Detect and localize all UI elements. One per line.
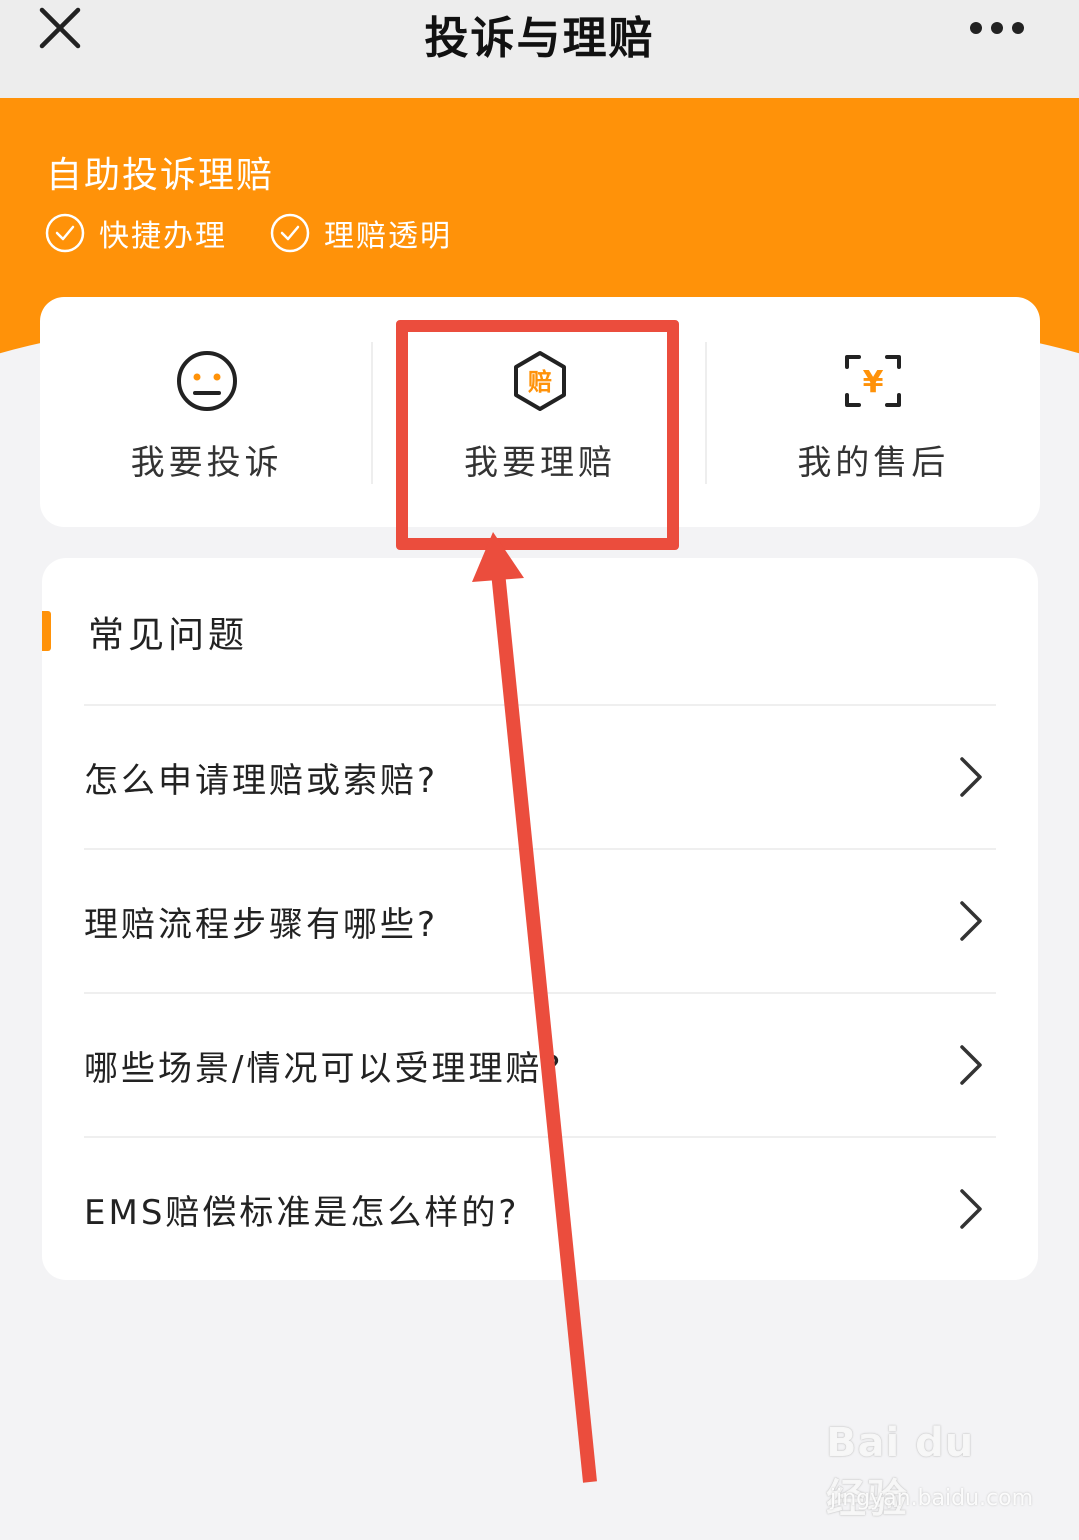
watermark-url: jingyan.baidu.com [830, 1486, 1034, 1511]
nav-bar: 投诉与理赔 [0, 0, 1079, 98]
more-dots-icon[interactable] [969, 18, 1025, 38]
icon-text: ¥ [863, 365, 884, 400]
action-label: 我的售后 [797, 443, 950, 483]
page-title: 投诉与理赔 [424, 13, 655, 64]
chevron-right-icon [960, 757, 982, 797]
chevron-right-icon [960, 1045, 982, 1085]
hero-feature-label: 快捷办理 [99, 219, 227, 254]
check-circle-icon [45, 213, 85, 253]
chevron-right-icon [960, 901, 982, 941]
after-sales-button[interactable]: ¥ 我的售后 [707, 297, 1040, 527]
annotation-highlight-box [396, 320, 679, 550]
chevron-right-icon [960, 1189, 982, 1229]
hero-feature-transparent: 理赔透明 [270, 208, 452, 258]
faq-item[interactable]: 理赔流程步骤有哪些? [84, 848, 996, 992]
hero-title: 自助投诉理赔 [46, 155, 275, 196]
complaint-button[interactable]: 我要投诉 [40, 297, 373, 527]
section-accent-bar [42, 611, 51, 651]
faq-question: EMS赔偿标准是怎么样的? [84, 1192, 520, 1233]
divider [371, 342, 373, 484]
faq-question: 理赔流程步骤有哪些? [84, 904, 439, 945]
faq-title: 常见问题 [88, 615, 249, 656]
hero-feature-fast: 快捷办理 [45, 208, 227, 258]
yuan-scan-icon: ¥ [845, 355, 902, 407]
hero-feature-label: 理赔透明 [324, 219, 452, 254]
faq-item[interactable]: EMS赔偿标准是怎么样的? [84, 1136, 996, 1280]
neutral-face-icon [176, 351, 237, 411]
faq-question: 怎么申请理赔或索赔? [84, 760, 439, 801]
check-circle-icon [270, 213, 310, 253]
baidu-watermark: Bai du 经验 jingyan.baidu.com [826, 1420, 1033, 1522]
faq-card: 常见问题 怎么申请理赔或索赔? 理赔流程步骤有哪些? 哪些场景/情况可以受理理赔… [42, 558, 1038, 1280]
faq-item[interactable]: 哪些场景/情况可以受理理赔? [84, 992, 996, 1136]
faq-item[interactable]: 怎么申请理赔或索赔? [84, 704, 996, 848]
divider [705, 342, 707, 484]
faq-question: 哪些场景/情况可以受理理赔? [84, 1048, 564, 1089]
action-label: 我要投诉 [130, 443, 283, 483]
